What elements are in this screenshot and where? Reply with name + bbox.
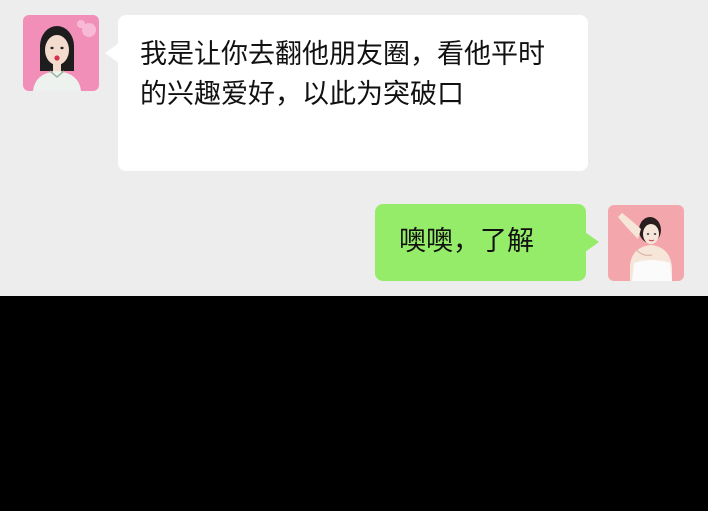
lower-black-area bbox=[0, 296, 708, 511]
avatar-illustration-icon bbox=[608, 205, 684, 281]
chat-screen: 我是让你去翻他朋友圈，看他平时的兴趣爱好，以此为突破口 噢噢，了解 bbox=[0, 0, 708, 511]
woman-blowing-bubblegum-avatar[interactable] bbox=[23, 15, 99, 91]
chat-message-list[interactable]: 我是让你去翻他朋友圈，看他平时的兴趣爱好，以此为突破口 噢噢，了解 bbox=[0, 0, 708, 296]
outgoing-message-text: 噢噢，了解 bbox=[399, 226, 534, 257]
incoming-message-bubble[interactable]: 我是让你去翻他朋友圈，看他平时的兴趣爱好，以此为突破口 bbox=[105, 15, 588, 171]
outgoing-message-bubble[interactable]: 噢噢，了解 bbox=[375, 204, 599, 281]
incoming-message-text: 我是让你去翻他朋友圈，看他平时的兴趣爱好，以此为突破口 bbox=[140, 39, 545, 110]
woman-raising-arm-avatar[interactable] bbox=[608, 205, 684, 281]
avatar-illustration-icon bbox=[23, 15, 99, 91]
